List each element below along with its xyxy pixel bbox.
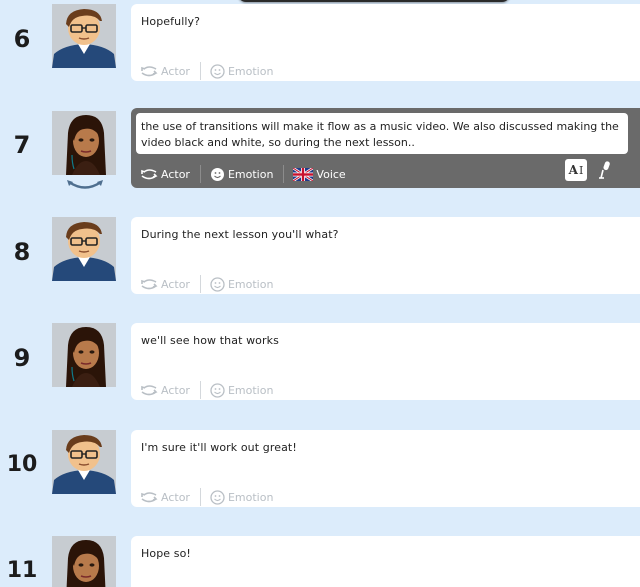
smiley-icon bbox=[210, 382, 225, 398]
dialogue-text[interactable]: Hope so! bbox=[141, 547, 191, 560]
voice-label: Voice bbox=[316, 167, 346, 181]
dialogue-bubble-active[interactable]: the use of transitions will make it flow… bbox=[131, 108, 640, 188]
avatar-female[interactable] bbox=[52, 111, 116, 175]
actor-swap-icon bbox=[141, 169, 158, 180]
dialogue-text[interactable]: I'm sure it'll work out great! bbox=[141, 441, 297, 454]
emotion-button[interactable]: Emotion bbox=[210, 63, 274, 79]
smiley-icon bbox=[210, 489, 225, 505]
script-line-7[interactable]: 7 the use of transitions will make it fl… bbox=[0, 108, 640, 193]
line-number: 10 bbox=[6, 452, 38, 477]
actor-button[interactable]: Actor bbox=[140, 491, 190, 504]
emotion-label: Emotion bbox=[227, 277, 274, 291]
actor-swap-icon bbox=[141, 492, 158, 503]
emotion-label: Emotion bbox=[227, 490, 274, 504]
script-line-9[interactable]: 9 we'll see how that works Actor Emotion bbox=[0, 323, 640, 403]
actor-button[interactable]: Actor bbox=[140, 65, 190, 78]
popup-edge bbox=[238, 0, 510, 2]
smiley-icon bbox=[210, 63, 225, 79]
dialogue-text[interactable]: During the next lesson you'll what? bbox=[141, 228, 339, 241]
smiley-icon bbox=[210, 276, 225, 292]
dialogue-bubble[interactable]: During the next lesson you'll what? Acto… bbox=[131, 217, 640, 294]
emotion-button[interactable]: Emotion bbox=[210, 167, 273, 182]
smiley-icon bbox=[210, 167, 224, 181]
script-line-11[interactable]: 11 Hope so! bbox=[0, 536, 640, 587]
emotion-button[interactable]: Emotion bbox=[210, 489, 274, 505]
voice-button[interactable]: Voice bbox=[293, 167, 346, 181]
dialogue-bubble[interactable]: Hope so! bbox=[131, 536, 640, 587]
line-number: 11 bbox=[6, 558, 38, 583]
avatar-female[interactable] bbox=[52, 536, 116, 587]
avatar-male[interactable] bbox=[52, 430, 116, 494]
emotion-button[interactable]: Emotion bbox=[210, 382, 274, 398]
emotion-button[interactable]: Emotion bbox=[210, 276, 274, 292]
dialogue-bubble[interactable]: I'm sure it'll work out great! Actor Emo… bbox=[131, 430, 640, 507]
script-line-8[interactable]: 8 During the next lesson you'll what? Ac… bbox=[0, 217, 640, 297]
script-line-6[interactable]: 6 Hopefully? Actor Emotion bbox=[0, 4, 640, 84]
actor-button[interactable]: Actor bbox=[140, 278, 190, 291]
line-number: 7 bbox=[13, 131, 31, 159]
text-format-button[interactable]: AI bbox=[565, 159, 587, 181]
emotion-label: Emotion bbox=[227, 383, 274, 397]
line-number: 6 bbox=[13, 25, 31, 53]
dialogue-text[interactable]: we'll see how that works bbox=[141, 334, 279, 347]
actor-button[interactable]: Actor bbox=[140, 168, 190, 181]
dialogue-text[interactable]: the use of transitions will make it flow… bbox=[141, 119, 626, 151]
avatar-male[interactable] bbox=[52, 4, 116, 68]
dialogue-bubble[interactable]: Hopefully? Actor Emotion bbox=[131, 4, 640, 81]
uk-flag-icon bbox=[293, 167, 314, 181]
dialogue-bubble[interactable]: we'll see how that works Actor Emotion bbox=[131, 323, 640, 400]
actor-label: Actor bbox=[161, 277, 190, 291]
swap-actor-icon[interactable] bbox=[66, 179, 104, 193]
dialogue-textarea[interactable]: the use of transitions will make it flow… bbox=[136, 113, 628, 154]
text-format-icon: A bbox=[568, 163, 578, 177]
line-number: 8 bbox=[13, 238, 31, 266]
script-line-10[interactable]: 10 I'm sure it'll work out great! Actor … bbox=[0, 430, 640, 510]
actor-swap-icon bbox=[141, 279, 158, 290]
actor-label: Actor bbox=[161, 490, 190, 504]
actor-label: Actor bbox=[161, 64, 190, 78]
emotion-label: Emotion bbox=[227, 64, 274, 78]
emotion-label: Emotion bbox=[227, 167, 274, 181]
line-number: 9 bbox=[13, 344, 31, 372]
actor-label: Actor bbox=[161, 383, 190, 397]
microphone-icon[interactable] bbox=[597, 159, 613, 181]
dialogue-text[interactable]: Hopefully? bbox=[141, 15, 200, 28]
avatar-male[interactable] bbox=[52, 217, 116, 281]
actor-swap-icon bbox=[141, 385, 158, 396]
actor-label: Actor bbox=[161, 167, 190, 181]
actor-swap-icon bbox=[141, 66, 158, 77]
actor-button[interactable]: Actor bbox=[140, 384, 190, 397]
avatar-female[interactable] bbox=[52, 323, 116, 387]
